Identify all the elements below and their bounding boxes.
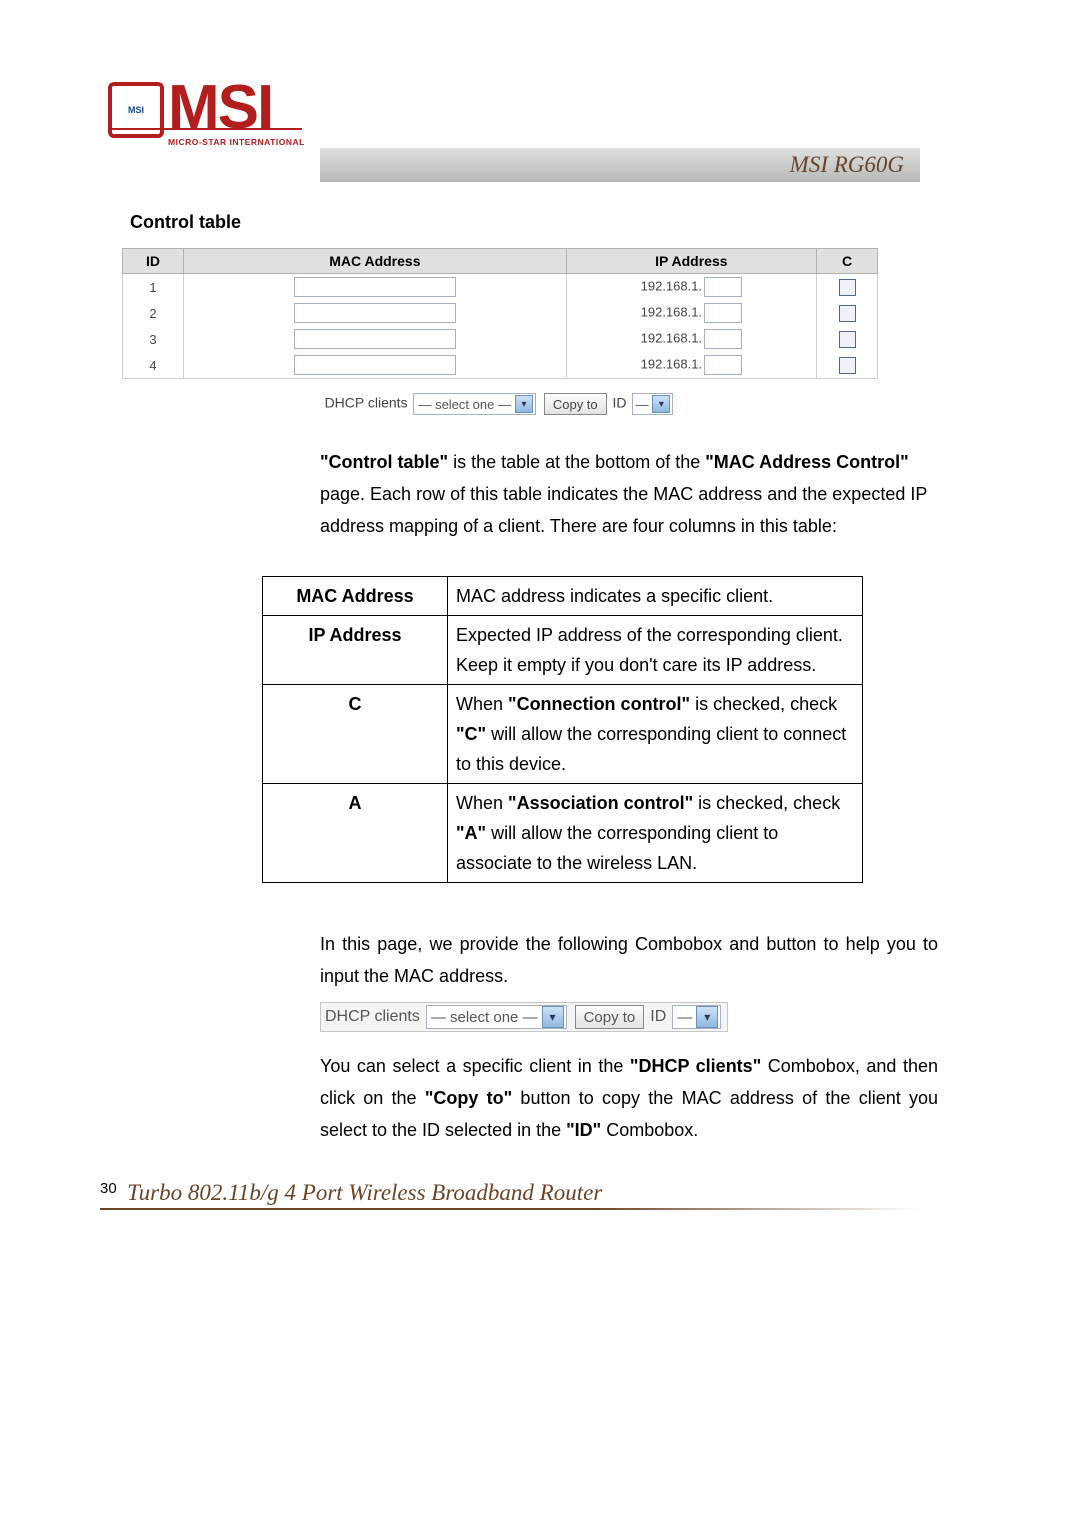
col-mac: MAC Address xyxy=(184,249,567,274)
col-c: C xyxy=(817,249,878,274)
ip-suffix-input[interactable] xyxy=(704,355,742,375)
footer-title: Turbo 802.11b/g 4 Port Wireless Broadban… xyxy=(127,1180,602,1206)
table-row: 1 192.168.1. xyxy=(123,274,878,301)
page-footer: 30 Turbo 802.11b/g 4 Port Wireless Broad… xyxy=(100,1180,920,1210)
dhcp-controls: DHCP clients — select one —▾ Copy to ID … xyxy=(122,393,878,415)
ip-prefix: 192.168.1. xyxy=(641,330,702,345)
column-definitions-table: MAC Address MAC address indicates a spec… xyxy=(262,576,863,883)
ip-suffix-input[interactable] xyxy=(704,329,742,349)
dhcp-label: DHCP clients xyxy=(325,395,408,411)
def-label: IP Address xyxy=(263,616,448,685)
chevron-down-icon: ▾ xyxy=(515,395,533,413)
paragraph-control-table: "Control table" is the table at the bott… xyxy=(320,446,938,542)
dhcp-controls-illustration: DHCP clients — select one —▾ Copy to ID … xyxy=(320,1002,728,1032)
id-select[interactable]: —▾ xyxy=(672,1005,721,1029)
copy-to-button[interactable]: Copy to xyxy=(575,1005,645,1029)
mac-input[interactable] xyxy=(294,277,456,297)
logo-underline xyxy=(108,128,302,130)
msi-logo: MSI MSI MICRO-STAR INTERNATIONAL xyxy=(108,72,305,147)
table-row: 4 192.168.1. xyxy=(123,352,878,379)
logo-name: MSI xyxy=(168,72,305,143)
table-row: 2 192.168.1. xyxy=(123,300,878,326)
col-id: ID xyxy=(123,249,184,274)
chevron-down-icon: ▾ xyxy=(542,1006,564,1028)
def-label: C xyxy=(263,685,448,784)
def-label: A xyxy=(263,784,448,883)
c-checkbox[interactable] xyxy=(839,357,856,374)
ip-prefix: 192.168.1. xyxy=(641,356,702,371)
def-text: Expected IP address of the corresponding… xyxy=(448,616,863,685)
id-label: ID xyxy=(613,395,627,411)
page-number: 30 xyxy=(100,1180,117,1197)
c-checkbox[interactable] xyxy=(839,305,856,322)
table-row: 3 192.168.1. xyxy=(123,326,878,352)
product-banner: MSI RG60G xyxy=(320,148,920,182)
ip-suffix-input[interactable] xyxy=(704,277,742,297)
ip-suffix-input[interactable] xyxy=(704,303,742,323)
c-checkbox[interactable] xyxy=(839,279,856,296)
def-label: MAC Address xyxy=(263,577,448,616)
footer-rule xyxy=(100,1208,920,1210)
paragraph-combobox-intro: In this page, we provide the following C… xyxy=(320,928,938,992)
def-text: When "Connection control" is checked, ch… xyxy=(448,685,863,784)
mac-input[interactable] xyxy=(294,355,456,375)
col-ip: IP Address xyxy=(566,249,816,274)
ip-prefix: 192.168.1. xyxy=(641,304,702,319)
def-text: When "Association control" is checked, c… xyxy=(448,784,863,883)
dhcp-label: DHCP clients xyxy=(325,1008,420,1026)
id-select[interactable]: —▾ xyxy=(632,393,673,415)
c-checkbox[interactable] xyxy=(839,331,856,348)
dhcp-clients-select[interactable]: — select one —▾ xyxy=(413,393,536,415)
chevron-down-icon: ▾ xyxy=(652,395,670,413)
logo-subtext: MICRO-STAR INTERNATIONAL xyxy=(168,137,305,147)
chevron-down-icon: ▾ xyxy=(696,1006,718,1028)
dhcp-clients-select[interactable]: — select one —▾ xyxy=(426,1005,567,1029)
mac-input[interactable] xyxy=(294,329,456,349)
mac-input[interactable] xyxy=(294,303,456,323)
id-label: ID xyxy=(650,1008,666,1026)
ip-prefix: 192.168.1. xyxy=(641,278,702,293)
section-title: Control table xyxy=(130,212,241,233)
copy-to-button[interactable]: Copy to xyxy=(544,393,607,415)
control-table: ID MAC Address IP Address C 1 192.168.1.… xyxy=(122,248,878,415)
paragraph-dhcp-usage: You can select a specific client in the … xyxy=(320,1050,938,1146)
def-text: MAC address indicates a specific client. xyxy=(448,577,863,616)
